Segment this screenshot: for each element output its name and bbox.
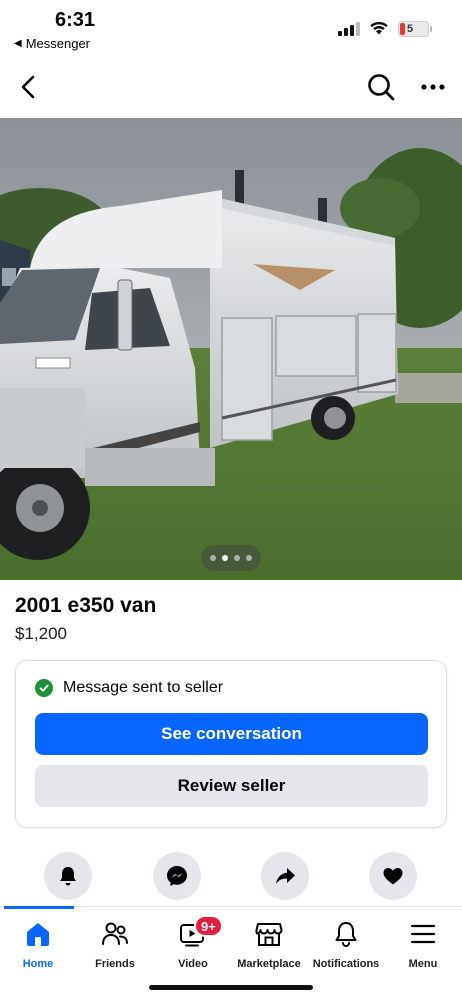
wifi-icon <box>370 21 388 35</box>
tab-notifications-label: Notifications <box>312 958 380 970</box>
carousel-dot <box>234 555 240 561</box>
back-triangle-icon: ◀ <box>14 38 22 49</box>
listing-photo[interactable] <box>0 118 462 580</box>
carousel-dot <box>246 555 252 561</box>
tab-friends[interactable]: Friends <box>75 917 155 977</box>
share-icon <box>276 868 295 884</box>
tab-menu-label: Menu <box>408 958 438 970</box>
carousel-dot <box>222 555 228 561</box>
listing-price: $1,200 <box>15 624 67 643</box>
listing-actions <box>0 852 462 900</box>
photo-carousel-indicator[interactable] <box>201 545 261 571</box>
search-icon[interactable] <box>366 72 396 102</box>
tab-menu[interactable]: Menu <box>383 917 462 977</box>
heart-icon <box>383 868 403 885</box>
tab-video[interactable]: 9+ Video <box>153 915 233 977</box>
marketplace-icon <box>255 923 283 946</box>
listing-title: 2001 e350 van <box>15 594 157 617</box>
more-horizontal-icon[interactable] <box>418 74 448 100</box>
bell-icon <box>60 867 76 886</box>
bell-icon <box>335 922 357 947</box>
tab-marketplace[interactable]: Marketplace <box>229 917 309 977</box>
messenger-icon <box>167 866 187 886</box>
menu-icon <box>410 924 436 944</box>
tab-home-label: Home <box>22 958 54 970</box>
top-navigation <box>0 62 462 112</box>
status-bar: 6:31 ◀ Messenger 5 <box>0 0 462 58</box>
tab-home[interactable]: Home <box>0 917 78 977</box>
active-tab-indicator <box>4 906 74 909</box>
message-button[interactable] <box>153 852 201 900</box>
tab-marketplace-label: Marketplace <box>237 958 301 970</box>
carousel-dot <box>210 555 216 561</box>
home-icon <box>27 923 49 946</box>
battery-indicator: 5 <box>398 21 429 37</box>
notify-button[interactable] <box>44 852 92 900</box>
cellular-signal-icon <box>338 22 360 36</box>
tab-video-label: Video <box>178 958 208 970</box>
home-indicator <box>149 985 313 990</box>
back-app-label: Messenger <box>25 36 91 51</box>
review-seller-button[interactable]: Review seller <box>35 765 428 807</box>
back-to-app-link[interactable]: ◀ Messenger <box>14 36 90 51</box>
battery-cap <box>430 26 432 32</box>
message-status-card: Message sent to seller See conversation … <box>15 660 447 828</box>
status-time: 6:31 <box>55 9 96 31</box>
check-circle-icon <box>35 679 53 697</box>
friends-icon <box>102 922 128 945</box>
message-sent-label: Message sent to seller <box>63 679 224 696</box>
chevron-left-icon[interactable] <box>16 74 42 100</box>
tab-friends-label: Friends <box>95 958 135 970</box>
see-conversation-button[interactable]: See conversation <box>35 713 428 755</box>
message-sent-status: Message sent to seller <box>35 679 223 697</box>
battery-level: 5 <box>407 23 414 35</box>
save-button[interactable] <box>369 852 417 900</box>
tab-notifications[interactable]: Notifications <box>306 917 386 977</box>
share-button[interactable] <box>261 852 309 900</box>
video-notification-badge: 9+ <box>194 915 223 937</box>
